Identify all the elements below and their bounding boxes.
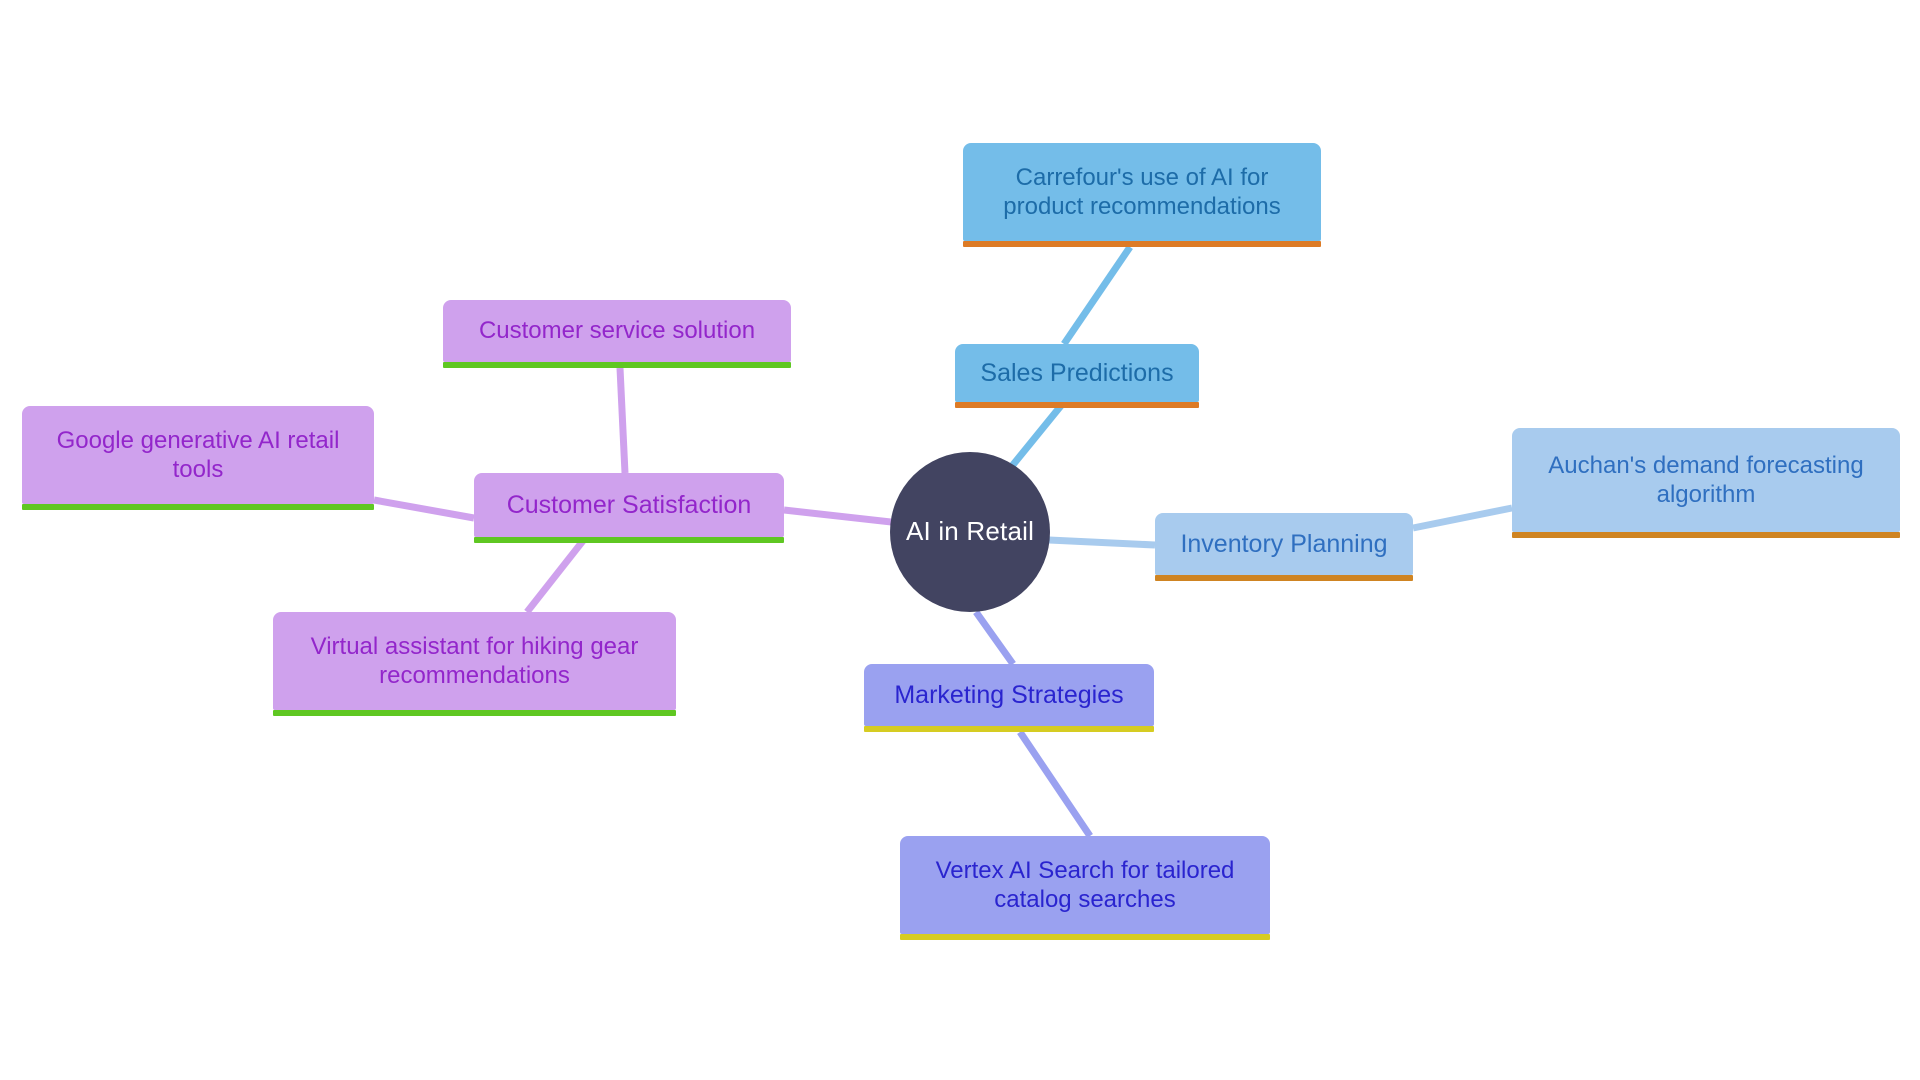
connector-inventory-planning-to-auchan-demand-forecasting bbox=[1412, 504, 1513, 532]
connector-ai-in-retail-to-customer-satisfaction bbox=[783, 506, 892, 526]
branch-node-sales-predictions[interactable]: Sales Predictions bbox=[955, 344, 1199, 408]
branch-node-customer-satisfaction[interactable]: Customer Satisfaction bbox=[474, 473, 784, 543]
leaf-node-customer-service-solution[interactable]: Customer service solution bbox=[443, 300, 791, 368]
node-label: Vertex AI Search for tailored catalog se… bbox=[935, 856, 1235, 913]
node-label: Customer Satisfaction bbox=[506, 490, 752, 519]
connector-marketing-strategies-to-vertex-ai-search bbox=[1017, 730, 1093, 838]
node-accent-bar bbox=[963, 241, 1321, 247]
branch-node-inventory-planning[interactable]: Inventory Planning bbox=[1155, 513, 1413, 581]
connector-customer-satisfaction-to-google-generative-ai-retail-tools bbox=[373, 496, 475, 522]
leaf-node-google-generative-ai-retail-tools[interactable]: Google generative AI retail tools bbox=[22, 406, 374, 510]
node-label: Sales Predictions bbox=[980, 358, 1174, 387]
node-accent-bar bbox=[22, 504, 374, 510]
connector-ai-in-retail-to-sales-predictions bbox=[1009, 399, 1067, 469]
node-accent-bar bbox=[900, 934, 1270, 940]
mindmap-canvas: Carrefour's use of AI for product recomm… bbox=[0, 0, 1920, 1080]
connector-sales-predictions-to-carrefour-product-recommendations bbox=[1061, 245, 1133, 346]
connector-ai-in-retail-to-inventory-planning bbox=[1048, 536, 1156, 549]
node-label: Virtual assistant for hiking gear recomm… bbox=[310, 632, 639, 689]
node-accent-bar bbox=[443, 362, 791, 368]
connector-customer-satisfaction-to-customer-service-solution bbox=[616, 367, 629, 474]
leaf-node-carrefour-product-recommendations[interactable]: Carrefour's use of AI for product recomm… bbox=[963, 143, 1321, 247]
node-accent-bar bbox=[955, 402, 1199, 408]
node-label: Customer service solution bbox=[478, 317, 756, 345]
root-node-ai-in-retail[interactable]: AI in Retail bbox=[890, 452, 1050, 612]
node-accent-bar bbox=[1512, 532, 1900, 538]
node-label: Carrefour's use of AI for product recomm… bbox=[1003, 163, 1281, 220]
node-accent-bar bbox=[273, 710, 676, 716]
root-node-label: AI in Retail bbox=[905, 516, 1035, 547]
node-label: Auchan's demand forecasting algorithm bbox=[1548, 451, 1864, 508]
node-label: Inventory Planning bbox=[1180, 529, 1388, 558]
connector-customer-satisfaction-to-virtual-assistant-hiking-gear bbox=[524, 534, 589, 615]
leaf-node-vertex-ai-search[interactable]: Vertex AI Search for tailored catalog se… bbox=[900, 836, 1270, 940]
leaf-node-auchan-demand-forecasting[interactable]: Auchan's demand forecasting algorithm bbox=[1512, 428, 1900, 538]
node-label: Marketing Strategies bbox=[894, 680, 1124, 709]
branch-node-marketing-strategies[interactable]: Marketing Strategies bbox=[864, 664, 1154, 732]
connector-ai-in-retail-to-marketing-strategies bbox=[973, 609, 1016, 667]
leaf-node-virtual-assistant-hiking-gear[interactable]: Virtual assistant for hiking gear recomm… bbox=[273, 612, 676, 716]
node-accent-bar bbox=[1155, 575, 1413, 581]
node-accent-bar bbox=[474, 537, 784, 543]
node-label: Google generative AI retail tools bbox=[56, 426, 340, 483]
node-accent-bar bbox=[864, 726, 1154, 732]
